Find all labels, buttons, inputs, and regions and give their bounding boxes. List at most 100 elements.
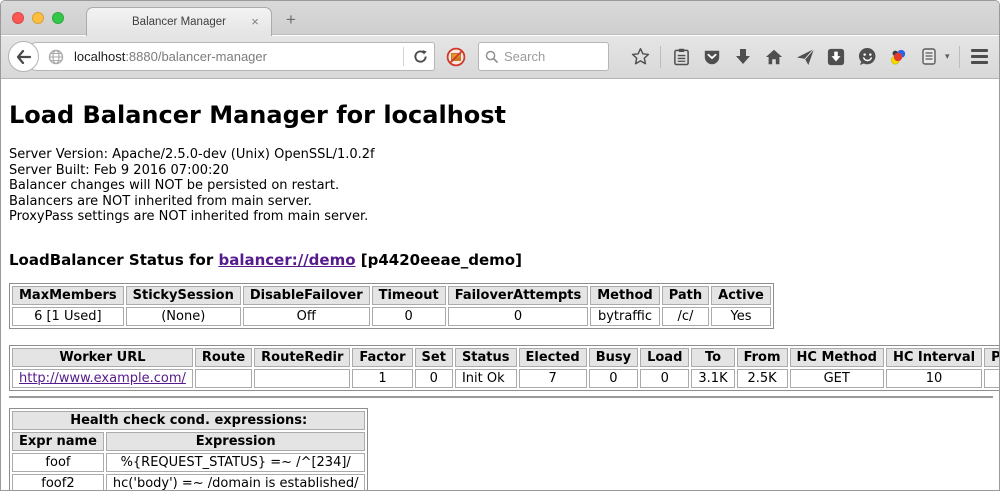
elected-cell: 7 <box>519 369 587 388</box>
page-title: Load Balancer Manager for localhost <box>9 101 993 129</box>
column-header: MaxMembers <box>12 286 124 305</box>
column-header: HC Method <box>790 348 884 367</box>
server-version-line: Server Version: Apache/2.5.0-dev (Unix) … <box>9 147 993 163</box>
hc-interval-cell: 10 <box>886 369 982 388</box>
column-header: Worker URL <box>12 348 193 367</box>
column-header: Timeout <box>372 286 446 305</box>
column-header: Route <box>195 348 252 367</box>
route-cell <box>195 369 252 388</box>
column-header: FailoverAttempts <box>448 286 589 305</box>
bookmarks-menu-button[interactable] <box>670 45 692 69</box>
downloads-button[interactable] <box>732 45 754 69</box>
table-title-row: Health check cond. expressions: <box>12 411 365 430</box>
worker-row: http://www.example.com/ 1 0 Init Ok 7 0 … <box>12 369 1000 388</box>
home-icon <box>765 48 783 66</box>
worker-status-table: Worker URL Route RouteRedir Factor Set S… <box>9 345 1000 391</box>
timeout-cell: 0 <box>372 307 446 326</box>
table-row: foof %{REQUEST_STATUS} =~ /^[234]/ <box>12 453 365 472</box>
column-header: Active <box>711 286 771 305</box>
new-tab-button[interactable]: + <box>281 10 301 30</box>
download-helper-button[interactable] <box>825 45 847 69</box>
expr-name-cell: foof2 <box>12 474 104 491</box>
url-text[interactable]: localhost:8880/balancer-manager <box>74 49 401 64</box>
column-header: Status <box>455 348 517 367</box>
dropdown-caret-icon[interactable]: ▾ <box>945 51 950 62</box>
inherit-note-line: Balancers are NOT inherited from main se… <box>9 194 993 210</box>
close-window-button[interactable] <box>12 12 24 24</box>
status-heading-prefix: LoadBalancer Status for <box>9 251 218 269</box>
clipboard-icon <box>673 48 690 66</box>
proxypass-note-line: ProxyPass settings are NOT inherited fro… <box>9 209 993 225</box>
menu-button[interactable] <box>969 45 991 69</box>
image-block-button[interactable] <box>442 44 470 70</box>
titlebar: Balancer Manager × + <box>1 1 1000 35</box>
session-addon-button[interactable] <box>918 45 940 69</box>
browser-tab[interactable]: Balancer Manager × <box>86 7 272 36</box>
path-cell: /c/ <box>662 307 709 326</box>
server-info: Server Version: Apache/2.5.0-dev (Unix) … <box>9 147 993 225</box>
back-button[interactable] <box>8 41 39 72</box>
table-header-row: MaxMembers StickySession DisableFailover… <box>12 286 771 305</box>
persist-note-line: Balancer changes will NOT be persisted o… <box>9 178 993 194</box>
server-built-line: Server Built: Feb 9 2016 07:00:20 <box>9 163 993 179</box>
minimize-window-button[interactable] <box>32 12 44 24</box>
table-header-row: Worker URL Route RouteRedir Factor Set S… <box>12 348 1000 367</box>
emoji-addon-button[interactable] <box>856 45 878 69</box>
column-header: Factor <box>352 348 412 367</box>
star-icon <box>631 47 650 66</box>
method-cell: bytraffic <box>590 307 659 326</box>
square-download-icon <box>827 48 845 66</box>
tab-title: Balancer Manager <box>132 16 226 28</box>
bookmark-star-button[interactable] <box>629 45 651 69</box>
column-header: To <box>691 348 734 367</box>
health-table-title: Health check cond. expressions: <box>12 411 365 430</box>
expr-name-cell: foof <box>12 453 104 472</box>
toolbar-buttons: ▾ <box>629 42 1000 71</box>
column-header: Set <box>415 348 453 367</box>
home-button[interactable] <box>763 45 785 69</box>
max-members-cell: 6 [1 Used] <box>12 307 124 326</box>
column-header: Passes <box>984 348 1000 367</box>
from-cell: 2.5K <box>737 369 788 388</box>
column-header: Busy <box>589 348 638 367</box>
url-bar[interactable]: localhost:8880/balancer-manager <box>23 42 435 71</box>
column-header: Elected <box>519 348 587 367</box>
reload-icon <box>413 49 428 64</box>
table-row: 6 [1 Used] (None) Off 0 0 bytraffic /c/ … <box>12 307 771 326</box>
send-tab-button[interactable] <box>794 45 816 69</box>
worker-url-link[interactable]: http://www.example.com/ <box>19 371 186 386</box>
column-header: Load <box>640 348 689 367</box>
search-icon <box>485 50 498 63</box>
expression-cell: hc('body') =~ /domain is established/ <box>106 474 366 491</box>
column-header: DisableFailover <box>243 286 370 305</box>
table-row: foof2 hc('body') =~ /domain is establish… <box>12 474 365 491</box>
set-cell: 0 <box>415 369 453 388</box>
column-header: Expr name <box>12 432 104 451</box>
column-header: StickySession <box>126 286 241 305</box>
column-header: Path <box>662 286 709 305</box>
page-content: Load Balancer Manager for localhost Serv… <box>1 80 1000 491</box>
back-arrow-icon <box>16 50 32 64</box>
balancer-demo-link[interactable]: balancer://demo <box>218 251 355 269</box>
zoom-window-button[interactable] <box>52 12 64 24</box>
browser-window: Balancer Manager × + localhost:8880/bala… <box>0 0 1000 491</box>
failover-attempts-cell: 0 <box>448 307 589 326</box>
busy-cell: 0 <box>589 369 638 388</box>
pocket-icon <box>703 48 721 66</box>
hc-method-cell: GET <box>790 369 884 388</box>
load-cell: 0 <box>640 369 689 388</box>
column-header: Method <box>590 286 659 305</box>
toolbar-separator <box>660 46 661 68</box>
pocket-button[interactable] <box>701 45 723 69</box>
url-host: localhost <box>74 49 125 64</box>
search-bar[interactable] <box>478 42 609 71</box>
reload-button[interactable] <box>406 43 434 70</box>
factor-cell: 1 <box>352 369 412 388</box>
column-header: From <box>737 348 788 367</box>
tab-close-icon[interactable]: × <box>248 15 262 29</box>
sticky-session-cell: (None) <box>126 307 241 326</box>
proxy-addon-button[interactable] <box>887 45 909 69</box>
search-input[interactable] <box>504 49 594 64</box>
urlbar-separator <box>403 47 404 66</box>
health-check-table: Health check cond. expressions: Expr nam… <box>9 408 368 491</box>
